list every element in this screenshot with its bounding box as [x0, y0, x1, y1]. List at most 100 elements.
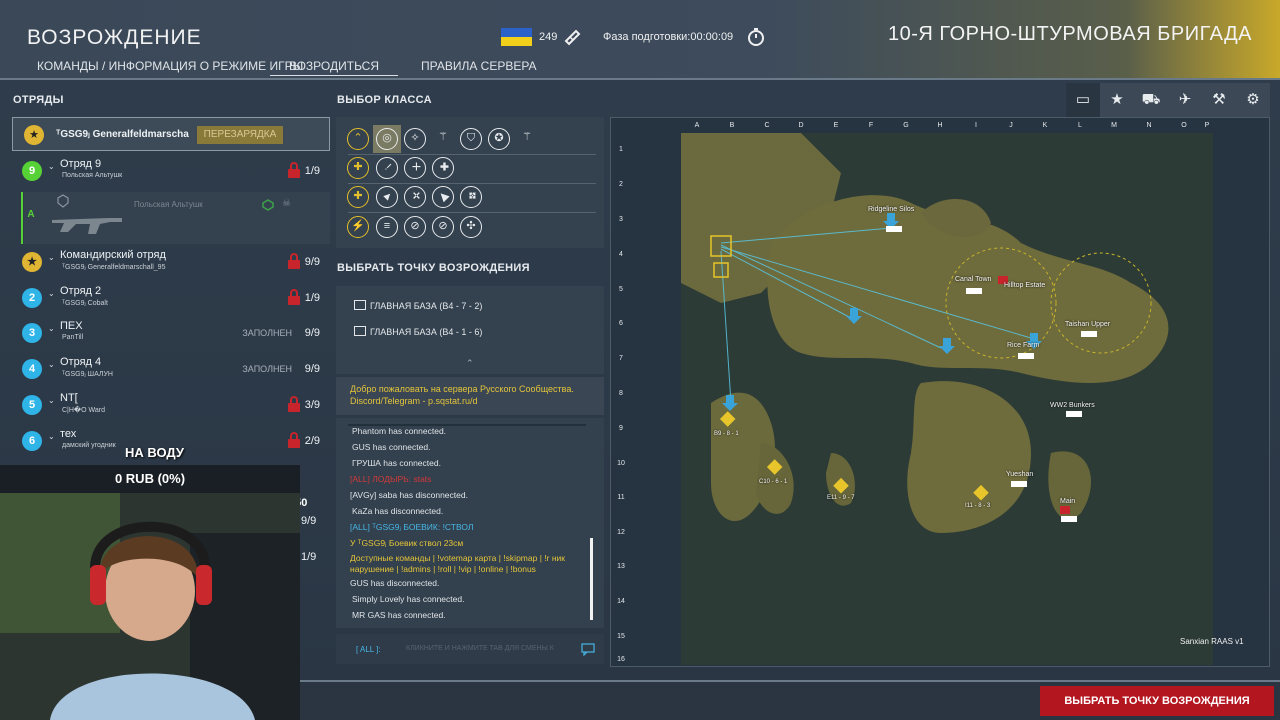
grid-letter: C [764, 122, 770, 129]
squad-number: 4 [22, 359, 42, 379]
tactical-map[interactable] [681, 133, 1213, 665]
heli-pilot-icon[interactable]: ⚚ [516, 128, 538, 150]
support-class-icon[interactable]: ✚ [347, 186, 369, 208]
spawn-heading: ВЫБРАТЬ ТОЧКУ ВОЗРОЖДЕНИЯ [337, 262, 530, 274]
steering-wheel-icon[interactable]: ✪ [488, 128, 510, 150]
chevron-down-icon[interactable]: ⌄ [48, 253, 55, 262]
automatic-rifle-icon[interactable]: ≡ [376, 216, 398, 238]
grid-letter: B [729, 122, 735, 129]
current-squad[interactable]: ★ ᵀGSG9ⱼ Generalfeldmarscha ПЕРЕЗАРЯДКА [12, 117, 330, 151]
star-icon[interactable]: ★ [1100, 83, 1134, 117]
chat-channel[interactable]: [ ALL ]: [356, 645, 381, 654]
ukraine-flag-icon [501, 28, 532, 46]
squad-member-row[interactable]: A Польская Альтушк ☠ [21, 192, 330, 244]
crewman-class-icon[interactable]: ✧ [404, 128, 426, 150]
chevron-down-icon[interactable]: ⌄ [48, 324, 55, 333]
squad-row[interactable]: ★ Командирский отряд ⌄ ᵀGSG9ⱼ Generalfel… [12, 246, 330, 280]
map-label: Canal Town [955, 276, 992, 283]
squad-row[interactable]: 3 ПЕХ ⌄ PanTill ЗАПОЛНЕН 9/9 [12, 317, 330, 351]
chat-input[interactable]: КЛИКНИТЕ И НАЖМИТЕ TAB ДЛЯ СМЕНЫ К [406, 645, 554, 652]
scout-class-icon[interactable]: ⊘ [432, 216, 454, 238]
gear-icon[interactable]: ⚙ [1236, 83, 1270, 117]
tab-respawn[interactable]: ВОЗРОДИТЬСЯ [270, 59, 398, 76]
map-label: Hilltop Estate [1004, 282, 1046, 289]
helicopter-help-icon[interactable]: ✈ [1168, 83, 1202, 117]
map-label: Yueshan [1006, 471, 1034, 478]
chat-bubble-icon[interactable]: ▭ [1066, 83, 1100, 117]
chat-line: MR GAS has connected. [352, 610, 446, 620]
spawn-point-item[interactable]: ГЛАВНАЯ БАЗА (B4 - 1 - 6) [354, 326, 482, 337]
squad-leader-class-icon[interactable]: ◎ [376, 128, 398, 150]
ambusher-class-icon[interactable]: ✣ [460, 216, 482, 238]
grid-letter: D [798, 122, 804, 129]
webcam-feed [0, 493, 300, 720]
grid-letter: L [1078, 122, 1082, 129]
squad-leader: C|H�O Ward [62, 407, 105, 414]
squad-row[interactable]: 2 Отряд 2 ⌄ ᵀGSG9ⱼ Cobalt 1/9 [12, 282, 330, 316]
squad-count: 9/9 [304, 327, 320, 339]
lock-icon [288, 162, 300, 178]
streamer-image [0, 493, 300, 720]
shield-class-icon[interactable]: ⛉ [460, 128, 482, 150]
chevron-down-icon[interactable]: ⌄ [48, 360, 55, 369]
phase-timer: Фаза подготовки:00:00:09 [603, 31, 734, 43]
chat-send-icon[interactable] [581, 643, 595, 656]
sniper-class-icon[interactable]: ⊘ [404, 216, 426, 238]
pilot-wings-icon[interactable]: ⚚ [432, 128, 454, 150]
select-spawn-button[interactable]: ВЫБРАТЬ ТОЧКУ ВОЗРОЖДЕНИЯ [1040, 686, 1274, 716]
chevron-down-icon[interactable]: ⌄ [48, 289, 55, 298]
map-label: Taishan Upper [1065, 321, 1111, 328]
chevron-down-icon[interactable]: ⌄ [48, 396, 55, 405]
grid-letter: I [975, 122, 977, 129]
medic-icon [262, 199, 274, 211]
squad-leader: ᵀGSG9ⱼ Generalfeldmarschall_95 [62, 264, 166, 271]
marksman-class-icon[interactable]: ▲ [371, 181, 403, 213]
chevron-down-icon[interactable]: ⌄ [48, 432, 55, 441]
current-squad-name: ᵀGSG9ⱼ Generalfeldmarscha [56, 129, 189, 140]
spawn-point-item[interactable]: ГЛАВНАЯ БАЗА (B4 - 7 - 2) [354, 300, 482, 311]
grid-letter: N [1146, 122, 1152, 129]
squad-row[interactable]: 9 Отряд 9 ⌄ Польская Альтушк 1/9 [12, 155, 330, 189]
squad-count-obscured: 1/9 [301, 551, 317, 563]
rifle-icon [52, 218, 122, 234]
faction-name: 10-Я ГОРНО-ШТУРМОВАЯ БРИГАДА [888, 23, 1252, 45]
mg-class-icon[interactable]: ✥ [455, 181, 487, 213]
lock-icon [288, 253, 300, 269]
map-label: I11 - 8 - 3 [965, 503, 991, 509]
lat-class-icon[interactable]: ✛ [399, 181, 431, 213]
chevron-up-icon[interactable]: ⌃ [466, 358, 474, 369]
squad-row[interactable]: 4 Отряд 4 ⌄ ᵀGSG9ⱼ ШАЛУН ЗАПОЛНЕН 9/9 [12, 353, 330, 387]
grid-letter: G [903, 122, 909, 129]
map-version: Sanxian RAAS v1 [1180, 637, 1244, 646]
grid-letter: F [868, 122, 874, 129]
raider-class-icon[interactable]: ⚡ [347, 216, 369, 238]
medic-class-icon[interactable]: ✚ [347, 157, 369, 179]
lock-icon [288, 396, 300, 412]
squads-heading: ОТРЯДЫ [13, 94, 64, 106]
squad-row[interactable]: 5 NT[ ⌄ C|H�O Ward 3/9 [12, 389, 330, 423]
donation-amount: 0 RUB (0%) [114, 471, 186, 486]
grid-letter: M [1111, 122, 1117, 129]
tab-teams-info[interactable]: КОМАНДЫ / ИНФОРМАЦИЯ О РЕЖИМЕ ИГРЫ [37, 59, 303, 73]
chat-input-bar[interactable]: [ ALL ]: КЛИКНИТЕ И НАЖМИТЕ TAB ДЛЯ СМЕН… [336, 634, 604, 664]
reload-button[interactable]: ПЕРЕЗАРЯДКА [197, 126, 283, 144]
mortar-icon[interactable]: ⚒ [1202, 83, 1236, 117]
engineer-class-icon[interactable]: ! [371, 152, 403, 184]
grid-letter: A [694, 122, 700, 129]
hat-class-icon[interactable]: ◀ [427, 181, 459, 213]
squad-count: 2/9 [304, 435, 320, 447]
rifleman-class-icon[interactable]: ⌃ [347, 128, 369, 150]
grenadier-class-icon[interactable]: ✕ [399, 152, 431, 184]
squad-leader: PanTill [62, 334, 84, 341]
ticket-icon [564, 29, 581, 46]
chevron-down-icon[interactable]: ⌄ [48, 162, 55, 171]
grid-number: 2 [619, 181, 623, 188]
squad-full-label: ЗАПОЛНЕН [242, 364, 292, 374]
combat-engineer-class-icon[interactable]: ✖ [427, 152, 459, 184]
tickets-count: 249 [539, 31, 558, 43]
tab-server-rules[interactable]: ПРАВИЛА СЕРВЕРА [421, 59, 537, 73]
lock-icon [288, 432, 300, 448]
vehicle-help-icon[interactable]: ⛟ [1134, 83, 1168, 117]
chat-scrollbar[interactable] [590, 538, 593, 620]
map-label: C10 - 6 - 1 [759, 479, 788, 485]
